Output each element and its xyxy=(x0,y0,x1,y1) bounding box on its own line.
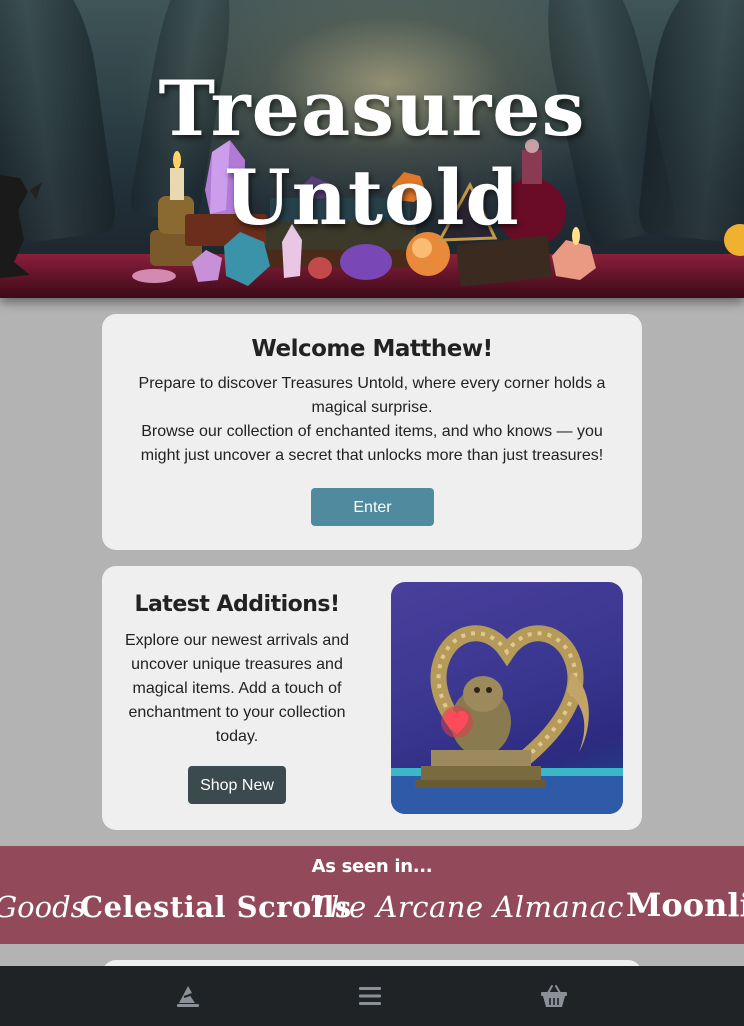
welcome-title: Welcome Matthew! xyxy=(251,336,493,362)
shop-new-button[interactable]: Shop New xyxy=(188,766,286,804)
golden-idol-statue-image[interactable] xyxy=(391,582,623,814)
welcome-text-line-1: Prepare to discover Treasures Untold, wh… xyxy=(138,375,606,416)
as-seen-in-band: As seen in... Goods Celestial Scrolls Th… xyxy=(0,846,744,944)
latest-additions-card: Latest Additions! Explore our newest arr… xyxy=(102,566,642,830)
welcome-text-line-2: Browse our collection of enchanted items… xyxy=(140,423,604,464)
hero-banner: Treasures Untold xyxy=(0,0,744,298)
bottom-navigation xyxy=(0,966,744,1026)
basket-icon xyxy=(541,985,567,1007)
press-logo-goods: Goods xyxy=(0,890,86,924)
hero-title: Treasures Untold xyxy=(158,64,586,242)
golden-idol-illustration xyxy=(391,625,623,814)
press-logo-arcane-almanac: The Arcane Almanac xyxy=(310,890,625,924)
press-logo-moonlit: Moonlit xyxy=(626,886,744,924)
basket-nav-button[interactable] xyxy=(524,966,584,1026)
latest-additions-text: Explore our newest arrivals and uncover … xyxy=(124,632,350,745)
welcome-card: Welcome Matthew! Prepare to discover Tre… xyxy=(102,314,642,550)
welcome-text: Prepare to discover Treasures Untold, wh… xyxy=(132,372,612,468)
as-seen-in-title: As seen in... xyxy=(311,856,433,877)
menu-nav-button[interactable] xyxy=(340,966,400,1026)
wizard-hat-icon xyxy=(177,986,199,1007)
page: Treasures Untold Welcome Matthew! Prepar… xyxy=(0,0,744,1026)
enter-button[interactable]: Enter xyxy=(311,488,434,526)
home-nav-button[interactable] xyxy=(158,966,218,1026)
menu-icon xyxy=(359,987,381,1005)
latest-additions-title: Latest Additions! xyxy=(134,592,340,617)
